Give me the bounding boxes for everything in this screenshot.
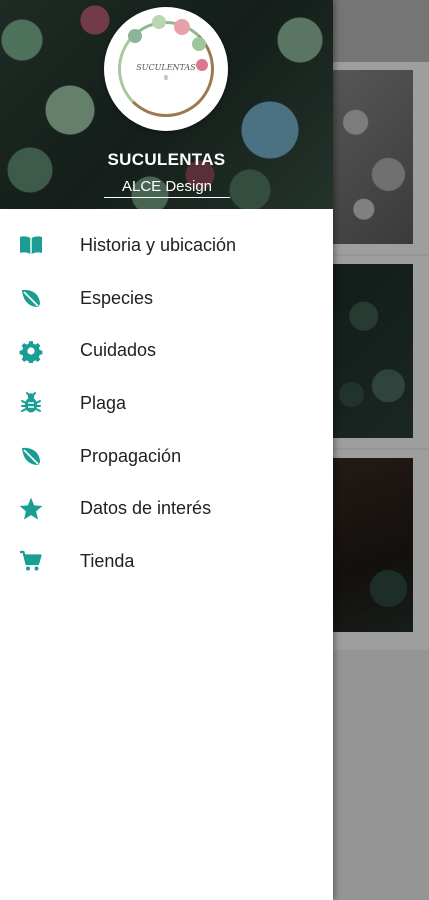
leaf-icon	[18, 285, 44, 311]
logo-text: SUCULENTAS	[136, 63, 196, 72]
app-logo: SUCULENTAS ®	[104, 7, 228, 131]
logo-flower	[174, 19, 190, 35]
menu-item-label: Datos de interés	[80, 498, 212, 519]
logo-flower	[128, 29, 142, 43]
cart-icon	[18, 548, 44, 574]
book-icon	[18, 232, 44, 258]
logo-flower	[152, 15, 166, 29]
app-subtitle: ALCE Design	[104, 178, 230, 198]
bug-icon	[18, 390, 44, 416]
logo-subtext: ®	[163, 75, 169, 82]
menu-item-especies[interactable]: Especies	[0, 272, 333, 325]
menu-item-historia[interactable]: Historia y ubicación	[0, 219, 333, 272]
menu-item-tienda[interactable]: Tienda	[0, 535, 333, 588]
menu-item-datos[interactable]: Datos de interés	[0, 482, 333, 535]
logo-flower	[192, 37, 206, 51]
menu-item-label: Propagación	[80, 445, 182, 466]
drawer-menu: Historia y ubicación Especies Cuidados P…	[0, 219, 333, 588]
menu-item-plaga[interactable]: Plaga	[0, 377, 333, 430]
menu-item-label: Plaga	[80, 392, 127, 413]
menu-item-label: Cuidados	[80, 340, 157, 361]
menu-item-label: Especies	[80, 287, 154, 308]
navigation-drawer: SUCULENTAS ® SUCULENTAS ALCE Design Hist…	[0, 0, 333, 900]
app-title: SUCULENTAS	[107, 150, 226, 169]
menu-item-cuidados[interactable]: Cuidados	[0, 324, 333, 377]
menu-item-label: Historia y ubicación	[80, 234, 237, 255]
gear-icon	[18, 338, 44, 364]
menu-item-label: Tienda	[80, 550, 135, 571]
menu-item-propagacion[interactable]: Propagación	[0, 430, 333, 483]
star-icon	[18, 496, 44, 522]
drawer-header: SUCULENTAS ® SUCULENTAS ALCE Design	[0, 0, 333, 209]
leaf-icon	[18, 443, 44, 469]
